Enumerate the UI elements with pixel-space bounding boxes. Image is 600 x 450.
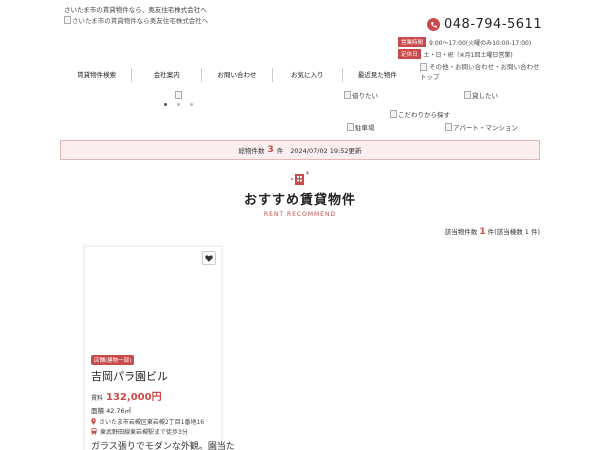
nav-item-search[interactable]: 賃貸物件検索 (62, 68, 131, 82)
link-lend[interactable]: 貸したい (464, 90, 498, 100)
nav-item-recent[interactable]: 最近見た物件 (341, 68, 412, 82)
property-description: ガラス張りでモダンな外観。園当た (91, 442, 235, 450)
total-count-bar: 総物件数 3 件 2024/07/02 19:52更新 (60, 140, 540, 160)
property-card[interactable]: 店舗(建物一部) 吉岡パラ園ビル 賃料 132,000円 面積 42.76㎡ さ… (84, 246, 235, 450)
broken-image-icon (464, 91, 471, 99)
slider-dot[interactable] (164, 103, 167, 106)
nav-other-text: その他・お問い合わせ・お問い合わせトップ (420, 63, 540, 81)
total-count-updated: 2024/07/02 19:52更新 (290, 147, 362, 155)
property-station: 東武野田線東岩槻駅まで徒歩3分 (91, 427, 188, 436)
site-logo[interactable]: さいたま市の賃貸物件なら奥友住宅株式会社へ (64, 15, 208, 25)
hours-text: 9:00～17:00(火曜のみ10:00-17:00) (429, 39, 532, 47)
global-nav: 賃貸物件検索 会社案内 お問い合わせ お気に入り 最近見た物件 (62, 68, 412, 82)
header-tagline: さいたま市の賃貸物件なら、奥友住宅株式会社へ (64, 6, 207, 14)
hours-label: 営業時間 (398, 37, 427, 47)
closed-text: 土・日・祝（※月1回土曜日営業) (423, 51, 513, 59)
slider-dot[interactable] (190, 103, 193, 106)
section-subtitle: RENT RECOMMEND (263, 211, 337, 218)
location-pin-icon (91, 418, 96, 425)
property-area: 面積 42.76㎡ (91, 407, 132, 415)
nav-item-favorites[interactable]: お気に入り (271, 68, 342, 82)
property-rent: 賃料 132,000円 (91, 388, 162, 403)
broken-image-icon (445, 123, 452, 131)
closed-label: 定休日 (398, 49, 421, 59)
nav-item-company[interactable]: 会社案内 (131, 68, 201, 82)
property-type-badge: 店舗(建物一部) (91, 355, 135, 365)
nav-item-contact[interactable]: お問い合わせ (201, 68, 271, 82)
broken-image-icon (420, 63, 427, 71)
favorite-button[interactable] (202, 251, 216, 265)
link-borrow[interactable]: 借りたい (344, 90, 378, 100)
building-icon (289, 170, 311, 186)
link-parking[interactable]: 駐車場 (347, 122, 375, 132)
total-count-label: 総物件数 (238, 147, 265, 155)
broken-image-icon (64, 16, 71, 24)
phone-icon (427, 18, 440, 31)
broken-image-icon (347, 123, 354, 131)
phone-block[interactable]: 048-794-5611 (427, 17, 542, 32)
result-value: 1 (479, 227, 486, 237)
section-title: おすすめ賃貸物件 (243, 193, 356, 208)
link-parking-text: 駐車場 (355, 124, 375, 132)
train-icon (91, 428, 97, 435)
total-count-value: 3 (267, 145, 274, 155)
link-borrow-text: 借りたい (352, 92, 378, 100)
closed-days: 定休日 土・日・祝（※月1回土曜日営業) (398, 49, 513, 59)
link-apartment[interactable]: アパート・マンション (445, 122, 518, 132)
broken-image-icon (175, 91, 182, 99)
link-lend-text: 貸したい (472, 92, 498, 100)
broken-image-icon (390, 110, 397, 118)
total-count-unit: 件 (276, 147, 284, 155)
heart-icon (205, 254, 213, 262)
slider-dot[interactable] (177, 103, 180, 106)
business-hours: 営業時間 9:00～17:00(火曜のみ10:00-17:00) (398, 37, 531, 47)
result-suffix: 件(該当棟数 1 件) (487, 228, 540, 236)
broken-image-icon (344, 91, 351, 99)
logo-alt-text: さいたま市の賃貸物件なら奥友住宅株式会社へ (72, 17, 209, 25)
phone-number: 048-794-5611 (444, 17, 543, 32)
address-text: さいたま市岩槻区東岩槻2丁目1番地16 (99, 419, 205, 426)
result-count: 該当物件数 1 件(該当棟数 1 件) (420, 226, 540, 237)
property-address: さいたま市岩槻区東岩槻2丁目1番地16 (91, 417, 204, 426)
link-apartment-text: アパート・マンション (453, 124, 518, 132)
property-name[interactable]: 吉岡パラ園ビル (91, 368, 168, 384)
nav-other-link[interactable]: その他・お問い合わせ・お問い合わせトップ (420, 62, 540, 82)
rent-value: 132,000円 (106, 392, 162, 403)
station-text: 東武野田線東岩槻駅まで徒歩3分 (100, 429, 188, 436)
rent-label: 賃料 (91, 395, 104, 402)
slider-image (175, 91, 182, 99)
slider-dots (164, 103, 193, 106)
link-kodawari-text: こだわりから探す (398, 111, 450, 119)
link-kodawari[interactable]: こだわりから探す (390, 109, 450, 119)
result-label: 該当物件数 (444, 228, 478, 236)
